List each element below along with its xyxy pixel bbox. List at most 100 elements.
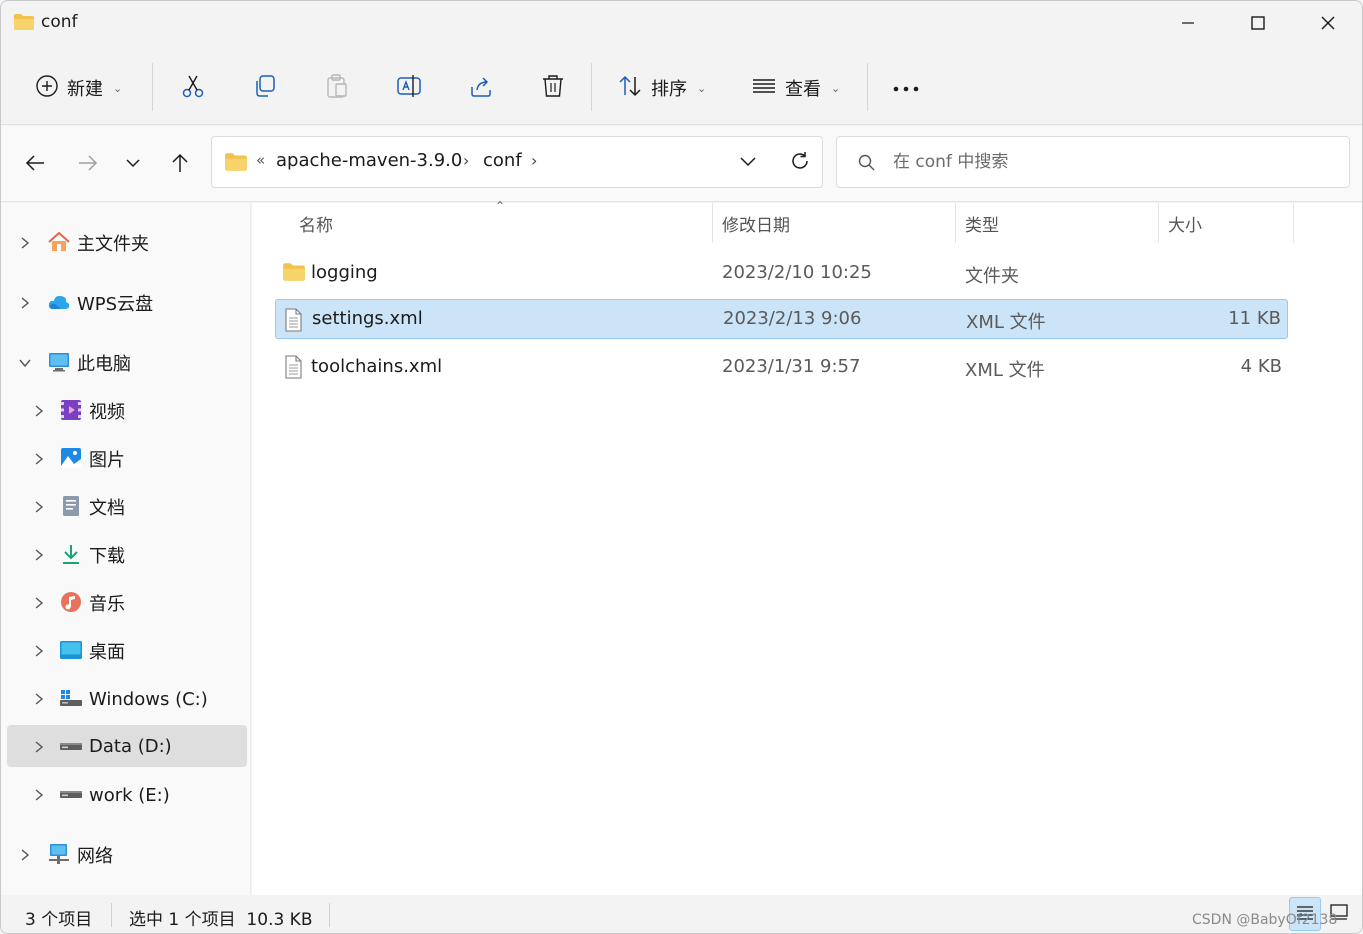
address-history-button[interactable] bbox=[734, 149, 762, 177]
chevron-right-icon[interactable]: › bbox=[463, 151, 469, 170]
sidebar-item-label: 视频 bbox=[89, 402, 125, 423]
chevron-right-icon[interactable] bbox=[31, 691, 47, 707]
file-row-toolchains-xml[interactable]: toolchains.xml 2023/1/31 9:57 XML 文件 4 K… bbox=[275, 347, 1288, 387]
share-icon bbox=[468, 73, 494, 104]
list-view-icon bbox=[751, 73, 777, 104]
sidebar-item-drive-d[interactable]: Data (D:) bbox=[7, 725, 247, 767]
file-row-logging[interactable]: logging 2023/2/10 10:25 文件夹 bbox=[275, 253, 1288, 293]
file-date: 2023/2/10 10:25 bbox=[722, 262, 872, 283]
drive-icon bbox=[59, 782, 83, 806]
column-header-date[interactable]: 修改日期 bbox=[722, 203, 790, 243]
cut-button[interactable] bbox=[176, 69, 210, 107]
sidebar-item-label: work (E:) bbox=[89, 784, 170, 806]
close-button[interactable] bbox=[1293, 1, 1362, 45]
file-row-settings-xml[interactable]: settings.xml 2023/2/13 9:06 XML 文件 11 KB bbox=[275, 299, 1288, 339]
breadcrumb-conf[interactable]: conf bbox=[483, 150, 522, 171]
column-header-size[interactable]: 大小 bbox=[1168, 203, 1202, 243]
column-header-type[interactable]: 类型 bbox=[965, 203, 999, 243]
status-divider bbox=[329, 903, 330, 927]
sidebar-item-home[interactable]: 主文件夹 bbox=[7, 222, 247, 264]
sidebar-item-desktop[interactable]: 桌面 bbox=[7, 630, 247, 672]
computer-icon bbox=[47, 350, 71, 374]
search-box[interactable] bbox=[836, 136, 1350, 188]
chevron-right-icon[interactable] bbox=[31, 547, 47, 563]
chevron-down-icon[interactable] bbox=[17, 355, 33, 371]
chevron-right-icon[interactable] bbox=[31, 739, 47, 755]
chevron-down-icon: ⌄ bbox=[697, 81, 707, 95]
status-bar: 3 个项目 选中 1 个项目 10.3 KB bbox=[1, 895, 1362, 933]
file-size: 11 KB bbox=[1228, 308, 1281, 329]
chevron-right-icon[interactable] bbox=[17, 847, 33, 863]
sidebar-item-label: 图片 bbox=[89, 450, 125, 471]
sidebar-item-network[interactable]: 网络 bbox=[7, 834, 247, 876]
minimize-button[interactable] bbox=[1153, 1, 1223, 45]
column-divider[interactable] bbox=[712, 203, 713, 243]
chevron-right-icon[interactable] bbox=[31, 787, 47, 803]
navigation-bar: « apache-maven-3.9.0 › conf › bbox=[1, 126, 1362, 202]
sidebar-item-music[interactable]: 音乐 bbox=[7, 582, 247, 624]
new-button[interactable]: 新建 ⌄ bbox=[31, 69, 126, 107]
chevron-right-icon[interactable]: › bbox=[531, 151, 537, 170]
address-bar[interactable]: « apache-maven-3.9.0 › conf › bbox=[211, 136, 823, 188]
toolbar-divider bbox=[591, 63, 592, 111]
cloud-icon bbox=[47, 290, 71, 314]
sidebar-item-pictures[interactable]: 图片 bbox=[7, 438, 247, 480]
chevron-down-icon: ⌄ bbox=[831, 81, 841, 95]
rename-button[interactable] bbox=[392, 69, 426, 107]
paste-button[interactable] bbox=[320, 69, 354, 107]
network-icon bbox=[47, 842, 71, 866]
sidebar-item-documents[interactable]: 文档 bbox=[7, 486, 247, 528]
arrow-left-icon bbox=[24, 152, 46, 178]
home-icon bbox=[47, 230, 71, 254]
maximize-button[interactable] bbox=[1223, 1, 1293, 45]
command-bar: 新建 ⌄ 排序 ⌄ 查看 ⌄ bbox=[1, 51, 1362, 125]
column-divider[interactable] bbox=[1293, 203, 1294, 243]
file-name: toolchains.xml bbox=[311, 356, 443, 377]
forward-button[interactable] bbox=[71, 148, 105, 182]
sidebar-item-label: Data (D:) bbox=[89, 735, 172, 757]
column-divider[interactable] bbox=[1158, 203, 1159, 243]
sidebar-item-drive-e[interactable]: work (E:) bbox=[7, 774, 247, 816]
share-button[interactable] bbox=[464, 69, 498, 107]
chevron-right-icon[interactable] bbox=[31, 403, 47, 419]
file-icon bbox=[282, 355, 304, 384]
delete-button[interactable] bbox=[536, 69, 570, 107]
search-input[interactable] bbox=[893, 147, 1333, 177]
column-divider[interactable] bbox=[955, 203, 956, 243]
sidebar-item-wps-cloud[interactable]: WPS云盘 bbox=[7, 282, 247, 324]
column-header-name[interactable]: 名称 bbox=[299, 203, 333, 243]
sidebar-item-downloads[interactable]: 下载 bbox=[7, 534, 247, 576]
sidebar-item-videos[interactable]: 视频 bbox=[7, 390, 247, 432]
file-list: ⌃ 名称 修改日期 类型 大小 logging 2023/2/10 10:25 … bbox=[252, 199, 1362, 895]
desktop-icon bbox=[59, 638, 83, 662]
chevron-right-icon[interactable] bbox=[17, 295, 33, 311]
sidebar-item-this-pc[interactable]: 此电脑 bbox=[7, 342, 247, 384]
folder-icon bbox=[13, 13, 35, 35]
arrow-up-icon bbox=[169, 152, 191, 178]
chevron-right-icon[interactable] bbox=[31, 451, 47, 467]
more-options-button[interactable] bbox=[887, 69, 925, 107]
chevron-right-icon[interactable] bbox=[31, 595, 47, 611]
more-icon bbox=[891, 78, 921, 99]
refresh-button[interactable] bbox=[786, 149, 814, 177]
view-button[interactable]: 查看 ⌄ bbox=[747, 69, 844, 107]
sidebar-item-drive-c[interactable]: Windows (C:) bbox=[7, 678, 247, 720]
back-button[interactable] bbox=[18, 148, 52, 182]
file-icon bbox=[282, 308, 304, 337]
navigation-pane: 主文件夹 WPS云盘 此电脑 视频 图片 文档 下载 音乐 桌面 Windows… bbox=[1, 203, 251, 895]
arrow-right-icon bbox=[77, 152, 99, 178]
file-date: 2023/2/13 9:06 bbox=[723, 308, 862, 329]
breadcrumb-apache-maven[interactable]: apache-maven-3.9.0 bbox=[276, 150, 462, 171]
up-button[interactable] bbox=[163, 148, 197, 182]
chevron-right-icon[interactable] bbox=[17, 235, 33, 251]
copy-button[interactable] bbox=[248, 69, 282, 107]
chevron-right-icon[interactable] bbox=[31, 643, 47, 659]
sort-button[interactable]: 排序 ⌄ bbox=[613, 69, 710, 107]
document-icon bbox=[59, 494, 83, 518]
breadcrumb-overflow[interactable]: « bbox=[256, 151, 265, 169]
chevron-right-icon[interactable] bbox=[31, 499, 47, 515]
sidebar-item-label: WPS云盘 bbox=[77, 294, 154, 315]
sidebar-item-label: 此电脑 bbox=[77, 354, 131, 375]
sort-icon bbox=[617, 73, 643, 104]
recent-locations-button[interactable] bbox=[116, 148, 150, 182]
